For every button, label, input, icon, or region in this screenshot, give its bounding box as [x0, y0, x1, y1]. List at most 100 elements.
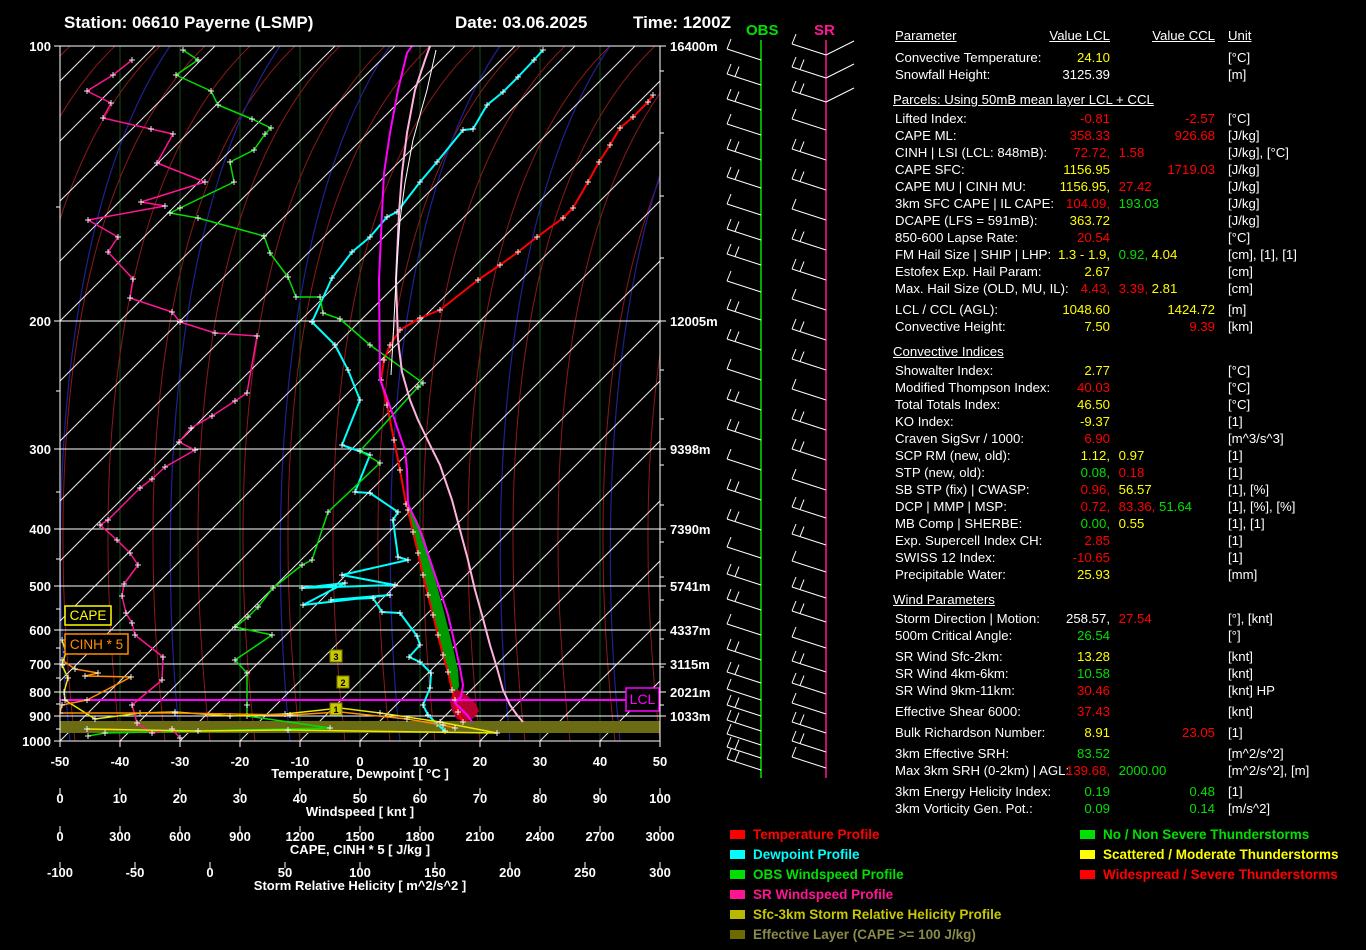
- parameter-value: 40.03: [1076, 380, 1110, 395]
- svg-text:0: 0: [56, 791, 63, 806]
- svg-text:300: 300: [649, 865, 671, 880]
- parameter-value: 0.08,: [1080, 465, 1110, 480]
- legend-swatch: [730, 889, 745, 899]
- parameter-row: LCL / CCL (AGL): 1048.60 1424.72 [m]: [893, 301, 1364, 318]
- svg-text:200: 200: [499, 865, 521, 880]
- parameter-unit: [°C]: [1228, 230, 1251, 245]
- svg-text:2: 2: [340, 678, 345, 688]
- parameter-row: SR Wind Sfc-2km: 13.28 [knt]: [893, 648, 1364, 665]
- parameter-value: 46.50: [1076, 397, 1110, 412]
- svg-text:70: 70: [473, 791, 487, 806]
- parameter-value: 3.39,: [1115, 281, 1148, 296]
- parameter-value: 3125.39: [1062, 67, 1110, 82]
- parameter-row: Storm Direction | Motion: 258.57, 27.54 [°…: [893, 610, 1364, 627]
- parameter-row: Bulk Richardson Number: 8.91 23.05 [1]: [893, 724, 1364, 741]
- parameter-value: 1.58: [1115, 145, 1145, 160]
- parameter-unit: [knt] HP: [1228, 683, 1275, 698]
- svg-text:0: 0: [56, 829, 63, 844]
- parameter-unit: [m]: [1228, 67, 1247, 82]
- svg-text:30: 30: [533, 754, 547, 769]
- svg-text:2100: 2100: [466, 829, 495, 844]
- parameter-row: CINH | LSI (LCL: 848mB): 72.72, 1.58 [J/kg…: [893, 144, 1364, 161]
- svg-text:Storm Relative Helicity [ m^2: Storm Relative Helicity [ m^2/s^2 ]: [254, 878, 466, 893]
- parameter-value: 4.04: [1148, 247, 1178, 262]
- svg-text:9398m: 9398m: [670, 442, 710, 457]
- svg-text:2700: 2700: [586, 829, 615, 844]
- legend-item: SR Windspeed Profile: [730, 884, 1001, 904]
- parameter-value: -9.37: [1079, 414, 1110, 429]
- parameter-row: Snowfall Height: 3125.39 [m]: [893, 66, 1364, 83]
- parameter-unit: [knt]: [1228, 666, 1253, 681]
- svg-text:40: 40: [593, 754, 607, 769]
- svg-text:1: 1: [333, 705, 338, 715]
- parameter-value: -10.65: [1072, 550, 1110, 565]
- parameter-value: 72.72,: [1073, 145, 1110, 160]
- legend-item: Temperature Profile: [730, 824, 1001, 844]
- parameter-row: Exp. Supercell Index CH: 2.85 [1]: [893, 532, 1364, 549]
- time-label: Time: 1200Z: [633, 13, 731, 32]
- parameter-row: DCAPE (LFS = 591mB): 363.72 [J/kg]: [893, 212, 1364, 229]
- parameter-row: FM Hail Size | SHIP | LHP: 1.3 - 1.9, 0.9…: [893, 246, 1364, 263]
- svg-text:90: 90: [593, 791, 607, 806]
- parameter-row: 850-600 Lapse Rate: 20.54 [°C]: [893, 229, 1364, 246]
- parameter-row: STP (new, old): 0.08, 0.18 [1]: [893, 464, 1364, 481]
- cinh-label-box: CINH * 5: [64, 633, 129, 655]
- parameter-value: 2.77: [1084, 363, 1110, 378]
- svg-text:30: 30: [233, 791, 247, 806]
- parameter-value: 2.81: [1148, 281, 1178, 296]
- parameter-value: 0.48: [1189, 784, 1215, 799]
- parameter-row: KO Index: -9.37 [1]: [893, 413, 1364, 430]
- parameter-unit: [°C]: [1228, 50, 1251, 65]
- parameter-unit: [J/kg], [°C]: [1228, 145, 1289, 160]
- parameter-unit: [°C]: [1228, 397, 1251, 412]
- legend-swatch: [730, 829, 745, 839]
- parameter-row: Modified Thompson Index: 40.03 [°C]: [893, 379, 1364, 396]
- svg-text:Temperature, Dewpoint [ °C ]: Temperature, Dewpoint [ °C ]: [271, 766, 449, 781]
- parameter-value: 258.57,: [1066, 611, 1110, 626]
- svg-text:-50: -50: [51, 754, 70, 769]
- parameter-row: Max. Hail Size (OLD, MU, IL): 4.43, 3.39,…: [893, 280, 1364, 297]
- svg-text:500: 500: [29, 579, 51, 594]
- parameter-unit: [°C]: [1228, 111, 1251, 126]
- parameter-table: Parameter Value LCL Value CCL Unit Conve…: [893, 27, 1364, 817]
- parameter-row: Lifted Index: -0.81 -2.57 [°C]: [893, 110, 1364, 127]
- parameter-row: SR Wind 4km-6km: 10.58 [knt]: [893, 665, 1364, 682]
- thunderstorm-legend: No / Non Severe Thunderstorms Scattered /…: [1080, 824, 1339, 884]
- svg-text:2021m: 2021m: [670, 685, 710, 700]
- parameter-value: 1424.72: [1167, 302, 1215, 317]
- parameter-row: 3km Energy Helicity Index: 0.19 0.48 [1]: [893, 783, 1364, 800]
- parameter-value: 30.46: [1076, 683, 1110, 698]
- parameter-table-header: Parameter Value LCL Value CCL Unit: [893, 27, 1364, 44]
- parameter-unit: [1], [%], [%]: [1228, 499, 1296, 514]
- legend-item: Effective Layer (CAPE >= 100 J/kg): [730, 924, 1001, 944]
- parameter-value: 363.72: [1069, 213, 1110, 228]
- parameter-row: Total Totals Index: 46.50 [°C]: [893, 396, 1364, 413]
- svg-text:0: 0: [206, 865, 213, 880]
- svg-text:-30: -30: [171, 754, 190, 769]
- svg-text:60: 60: [413, 791, 427, 806]
- parameter-row: 3km Vorticity Gen. Pot.: 0.09 0.14 [m/s^2]: [893, 800, 1364, 817]
- legend-item: No / Non Severe Thunderstorms: [1080, 824, 1339, 844]
- parameter-unit: [°C]: [1228, 363, 1251, 378]
- parameter-unit: [°]: [1228, 628, 1241, 643]
- svg-text:20: 20: [173, 791, 187, 806]
- svg-text:600: 600: [169, 829, 191, 844]
- parameter-value: 0.00,: [1080, 516, 1110, 531]
- svg-text:LCL: LCL: [630, 691, 656, 707]
- svg-text:2400: 2400: [526, 829, 555, 844]
- km-marker-box: 2: [336, 675, 350, 689]
- parameter-value: 13.28: [1076, 649, 1110, 664]
- parameter-value: 1.3 - 1.9,: [1057, 247, 1110, 262]
- parameter-value: 6.90: [1084, 431, 1110, 446]
- svg-text:900: 900: [29, 709, 51, 724]
- parameter-unit: [1]: [1228, 448, 1243, 463]
- svg-text:100: 100: [649, 791, 671, 806]
- legend-label: Effective Layer (CAPE >= 100 J/kg): [753, 926, 976, 942]
- sr-barb-column-header: SR: [814, 22, 835, 39]
- section-header: Parcels: Using 50mB mean layer LCL + CCL: [893, 92, 1154, 107]
- parameter-row: Showalter Index: 2.77 [°C]: [893, 362, 1364, 379]
- parameter-row: 500m Critical Angle: 26.54 [°]: [893, 627, 1364, 644]
- parameter-row: 3km SFC CAPE | IL CAPE: 104.09, 193.03 [J/…: [893, 195, 1364, 212]
- svg-text:CAPE: CAPE: [70, 608, 107, 623]
- svg-text:400: 400: [29, 522, 51, 537]
